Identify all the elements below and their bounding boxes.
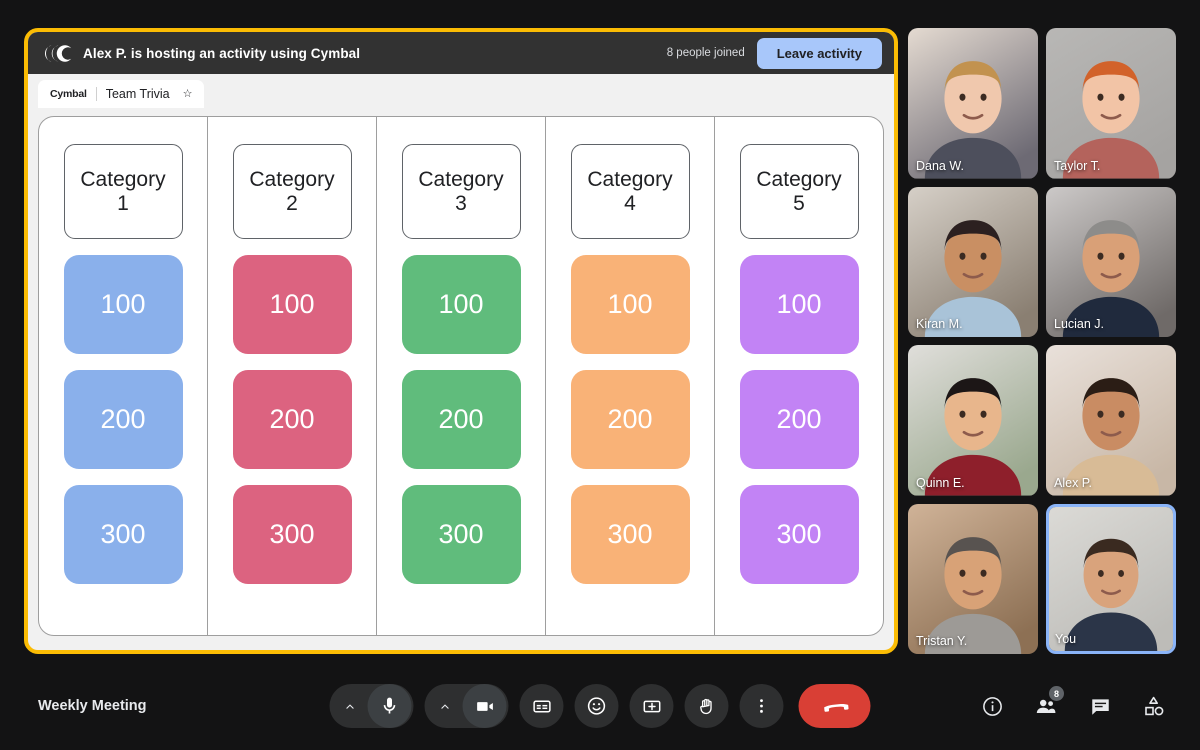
points-tile[interactable]: 300 <box>570 485 690 584</box>
participant-video <box>1046 28 1176 179</box>
microphone-control-group <box>329 684 414 728</box>
category-label: Category <box>418 167 504 191</box>
points-tile[interactable]: 100 <box>570 255 690 354</box>
participant-tile[interactable]: Taylor T. <box>1046 28 1176 179</box>
meeting-right-icons: 8 <box>974 686 1172 724</box>
points-tile[interactable]: 100 <box>739 255 859 354</box>
participant-tile-self[interactable]: You <box>1046 503 1176 654</box>
people-count-badge: 8 <box>1049 686 1064 701</box>
category-card[interactable]: Category 4 <box>570 144 690 239</box>
participant-grid: Dana W. Taylor T. Kiran M. Lucian J. Quinn E… <box>908 28 1176 654</box>
points-tile[interactable]: 100 <box>232 255 352 354</box>
category-label: Category <box>249 167 335 191</box>
star-icon[interactable]: ☆ <box>179 88 193 100</box>
participant-name: Tristan Y. <box>916 634 968 648</box>
people-joined-count: 8 people joined <box>666 47 745 59</box>
meeting-details-button[interactable] <box>974 688 1010 724</box>
participant-name: Taylor T. <box>1054 158 1101 173</box>
category-number: 3 <box>455 191 467 215</box>
meeting-name-label: Weekly Meeting <box>38 698 147 714</box>
captions-button[interactable] <box>519 684 564 728</box>
tab-brand-label: Cymbal <box>50 88 87 100</box>
category-label: Category <box>756 167 842 191</box>
present-now-button[interactable] <box>629 684 674 728</box>
tab-divider <box>95 87 97 101</box>
participant-name: Lucian J. <box>1054 317 1105 331</box>
category-label: Category <box>80 167 166 191</box>
participant-video <box>908 186 1038 337</box>
activities-button[interactable] <box>1136 688 1172 724</box>
activity-panel: Alex P. is hosting an activity using Cym… <box>24 28 898 654</box>
points-tile[interactable]: 300 <box>232 485 352 584</box>
participant-video <box>1046 186 1176 337</box>
participant-name: Alex P. <box>1054 475 1092 490</box>
activity-header: Alex P. is hosting an activity using Cym… <box>28 32 894 74</box>
points-tile[interactable]: 300 <box>739 485 859 584</box>
meeting-bottom-bar: Weekly Meeting 8 <box>0 662 1200 750</box>
category-card[interactable]: Category 2 <box>232 144 352 239</box>
meeting-controls <box>329 684 871 728</box>
activity-header-title: Alex P. is hosting an activity using Cym… <box>83 45 361 61</box>
board-column: Category 2 100 200 300 <box>208 117 377 635</box>
activity-header-actions: 8 people joined Leave activity <box>666 37 882 69</box>
raise-hand-button[interactable] <box>684 684 729 728</box>
participant-tile[interactable]: Quinn E. <box>908 345 1038 496</box>
points-tile[interactable]: 200 <box>739 370 859 469</box>
participant-tile[interactable]: Kiran M. <box>908 186 1038 337</box>
participant-video <box>908 503 1038 654</box>
points-tile[interactable]: 200 <box>401 370 521 469</box>
board-column: Category 1 100 200 300 <box>39 117 208 635</box>
more-options-button[interactable] <box>739 684 784 728</box>
points-tile[interactable]: 200 <box>232 370 352 469</box>
camera-button[interactable] <box>462 684 507 728</box>
board-column: Category 4 100 200 300 <box>546 117 715 635</box>
category-label: Category <box>587 167 673 191</box>
participant-name: Quinn E. <box>916 475 965 490</box>
category-number: 4 <box>624 191 636 215</box>
participant-tile[interactable]: Dana W. <box>908 28 1038 179</box>
participant-name: Dana W. <box>916 158 964 173</box>
leave-activity-button[interactable]: Leave activity <box>756 37 882 69</box>
category-number: 5 <box>793 191 805 215</box>
participant-video <box>1046 345 1176 496</box>
chat-button[interactable] <box>1082 688 1118 724</box>
participant-tile[interactable]: Tristan Y. <box>908 503 1038 654</box>
participant-name: Kiran M. <box>916 317 963 331</box>
points-tile[interactable]: 300 <box>63 485 183 584</box>
tab-title-label: Team Trivia <box>105 87 170 101</box>
participant-video <box>908 28 1038 179</box>
participant-tile[interactable]: Lucian J. <box>1046 186 1176 337</box>
participant-name: You <box>1055 632 1077 646</box>
points-tile[interactable]: 300 <box>401 485 521 584</box>
participant-tile[interactable]: Alex P. <box>1046 345 1176 496</box>
end-call-button[interactable] <box>798 684 871 728</box>
microphone-chevron-up-icon[interactable] <box>332 684 368 728</box>
points-tile[interactable]: 200 <box>570 370 690 469</box>
people-button[interactable]: 8 <box>1028 686 1064 724</box>
points-tile[interactable]: 100 <box>63 255 183 354</box>
category-card[interactable]: Category 5 <box>739 144 859 239</box>
meet-window: Alex P. is hosting an activity using Cym… <box>0 0 1200 750</box>
points-tile[interactable]: 200 <box>63 370 183 469</box>
points-tile[interactable]: 100 <box>401 255 521 354</box>
camera-chevron-up-icon[interactable] <box>427 684 463 728</box>
trivia-board: Category 1 100 200 300 Category 2 100 200 300 Cate… <box>38 116 884 636</box>
participant-video <box>1049 506 1173 651</box>
reactions-button[interactable] <box>574 684 619 728</box>
activity-tab-team-trivia[interactable]: Cymbal Team Trivia ☆ <box>38 80 204 108</box>
category-card[interactable]: Category 3 <box>401 144 521 239</box>
activity-tabstrip: Cymbal Team Trivia ☆ <box>28 74 894 108</box>
cymbal-logo-icon <box>42 44 72 62</box>
category-card[interactable]: Category 1 <box>63 144 183 239</box>
participant-video <box>908 345 1038 496</box>
board-column: Category 3 100 200 300 <box>377 117 546 635</box>
microphone-button[interactable] <box>367 684 412 728</box>
trivia-board-wrapper: Category 1 100 200 300 Category 2 100 200 300 Cate… <box>28 108 894 650</box>
board-column: Category 5 100 200 300 <box>715 117 883 635</box>
camera-control-group <box>424 684 509 728</box>
category-number: 2 <box>286 191 298 215</box>
category-number: 1 <box>117 191 129 215</box>
